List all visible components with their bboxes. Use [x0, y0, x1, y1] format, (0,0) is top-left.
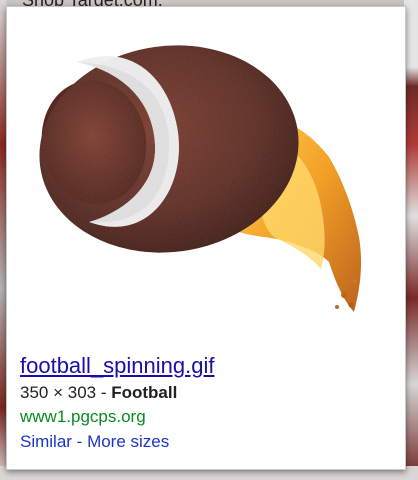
meta-separator: -	[96, 383, 112, 402]
image-title-link[interactable]: football_spinning.gif	[20, 352, 214, 380]
football-thumbnail[interactable]	[29, 37, 374, 337]
more-sizes-link[interactable]: More sizes	[87, 432, 169, 451]
source-domain: www1.pgcps.org	[20, 407, 146, 426]
result-actions: Similar - More sizes	[20, 431, 390, 453]
image-preview-popup: football_spinning.gif 350 × 303 - Footba…	[6, 6, 406, 470]
background-page-right-edge	[404, 0, 418, 480]
result-info: football_spinning.gif 350 × 303 - Footba…	[20, 352, 390, 453]
similar-link[interactable]: Similar	[20, 432, 72, 451]
links-separator: -	[71, 432, 88, 451]
image-meta: 350 × 303 - Football	[20, 382, 390, 404]
query-term: Football	[111, 383, 178, 402]
image-dimensions: 350 × 303	[20, 383, 97, 402]
